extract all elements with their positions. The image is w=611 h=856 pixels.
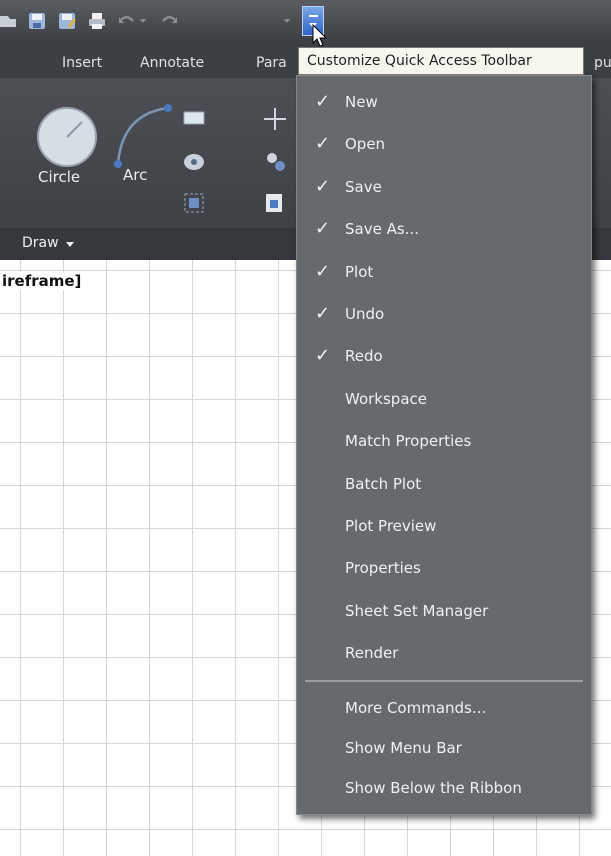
menu-separator — [305, 680, 583, 682]
copy-tool-icon[interactable] — [262, 190, 288, 216]
checkmark-icon: ✓ — [315, 303, 331, 324]
undo-dropdown-icon[interactable] — [140, 19, 146, 23]
menu-item-plot-preview[interactable]: Plot Preview — [297, 506, 591, 548]
tab-parametric[interactable]: Para — [256, 55, 287, 71]
circle-tool-label[interactable]: Circle — [38, 168, 80, 186]
menu-item-label: Redo — [345, 347, 383, 366]
menu-item-plot[interactable]: ✓ Plot — [297, 252, 591, 294]
menu-item-more-commands[interactable]: More Commands... — [297, 688, 591, 730]
checkmark-icon — [315, 600, 335, 620]
menu-item-properties[interactable]: Properties — [297, 548, 591, 590]
menu-item-show-below-the-ribbon[interactable]: Show Below the Ribbon — [297, 768, 591, 810]
menu-item-open[interactable]: ✓ Open — [297, 124, 591, 166]
move-tool-icon[interactable] — [262, 106, 288, 132]
checkmark-icon: ✓ — [315, 218, 331, 240]
checkmark-icon — [315, 557, 335, 577]
chevron-down-icon[interactable] — [66, 242, 74, 247]
menu-item-label: Render — [345, 644, 399, 663]
rectangle-tool-icon[interactable] — [182, 108, 212, 128]
menu-item-redo[interactable]: ✓ Redo — [297, 336, 591, 378]
tab-output[interactable]: pu — [594, 55, 611, 71]
menu-item-label: Match Properties — [345, 432, 472, 451]
redo-dropdown-icon[interactable] — [284, 19, 290, 23]
arc-tool-icon[interactable] — [112, 100, 172, 170]
menu-bars-icon — [309, 15, 318, 17]
menu-item-workspace[interactable]: Workspace — [297, 379, 591, 421]
menu-item-save-as[interactable]: ✓ Save As... — [297, 209, 591, 251]
mouse-cursor-icon — [312, 24, 328, 47]
checkmark-icon: ✓ — [315, 175, 331, 197]
menu-item-label: Batch Plot — [345, 474, 422, 493]
menu-item-label: Save — [345, 177, 382, 196]
checkmark-icon — [315, 430, 335, 450]
menu-item-new[interactable]: ✓ New — [297, 82, 591, 124]
menu-item-show-menu-bar[interactable]: Show Menu Bar — [297, 728, 591, 770]
checkmark-icon: ✓ — [315, 91, 331, 112]
region-tool-icon[interactable] — [182, 190, 212, 216]
quick-access-toolbar — [0, 0, 611, 40]
menu-item-label: Plot Preview — [345, 517, 437, 535]
menu-item-label: Plot — [345, 262, 374, 281]
arc-tool-label[interactable]: Arc — [123, 166, 147, 184]
redo-icon[interactable] — [160, 12, 178, 30]
circle-tool-icon[interactable] — [36, 106, 98, 168]
checkmark-icon: ✓ — [315, 345, 331, 367]
checkmark-icon — [315, 388, 335, 408]
menu-item-label: Show Below the Ribbon — [345, 779, 522, 797]
rotate-tool-icon[interactable] — [262, 148, 288, 174]
checkmark-icon: ✓ — [315, 133, 331, 155]
save-as-icon[interactable] — [58, 12, 76, 30]
menu-item-undo[interactable]: ✓ Undo — [297, 294, 591, 336]
menu-item-save[interactable]: ✓ Save — [297, 167, 591, 209]
plot-icon[interactable] — [88, 12, 106, 30]
menu-item-match-properties[interactable]: Match Properties — [297, 421, 591, 463]
menu-item-label: Save As... — [345, 220, 419, 239]
menu-item-label: New — [345, 93, 378, 111]
tooltip: Customize Quick Access Toolbar — [298, 47, 584, 75]
menu-item-label: Undo — [345, 305, 385, 323]
draw-panel-title[interactable]: Draw — [22, 235, 59, 251]
checkmark-icon — [315, 473, 335, 493]
viewport-visual-style-label[interactable]: ireframe] — [0, 272, 84, 290]
checkmark-icon — [315, 515, 335, 535]
menu-item-label: Show Menu Bar — [345, 739, 462, 757]
menu-item-label: More Commands... — [345, 699, 487, 717]
tab-annotate[interactable]: Annotate — [140, 55, 204, 71]
menu-item-render[interactable]: Render — [297, 633, 591, 675]
undo-icon[interactable] — [118, 12, 136, 30]
save-icon[interactable] — [28, 12, 46, 30]
tab-insert[interactable]: Insert — [62, 55, 102, 71]
checkmark-icon — [315, 642, 335, 662]
menu-item-label: Workspace — [345, 389, 427, 408]
menu-item-label: Sheet Set Manager — [345, 601, 489, 620]
open-icon[interactable] — [0, 12, 18, 30]
customize-qat-menu: ✓ New ✓ Open ✓ Save ✓ Save As... ✓ Plot ✓ Undo ✓ Redo… — [296, 75, 592, 815]
menu-item-batch-plot[interactable]: Batch Plot — [297, 464, 591, 506]
menu-item-sheet-set-manager[interactable]: Sheet Set Manager — [297, 591, 591, 633]
hatch-tool-icon[interactable] — [182, 150, 212, 174]
menu-item-label: Open — [345, 135, 386, 154]
checkmark-icon: ✓ — [315, 260, 331, 282]
menu-item-label: Properties — [345, 559, 421, 578]
